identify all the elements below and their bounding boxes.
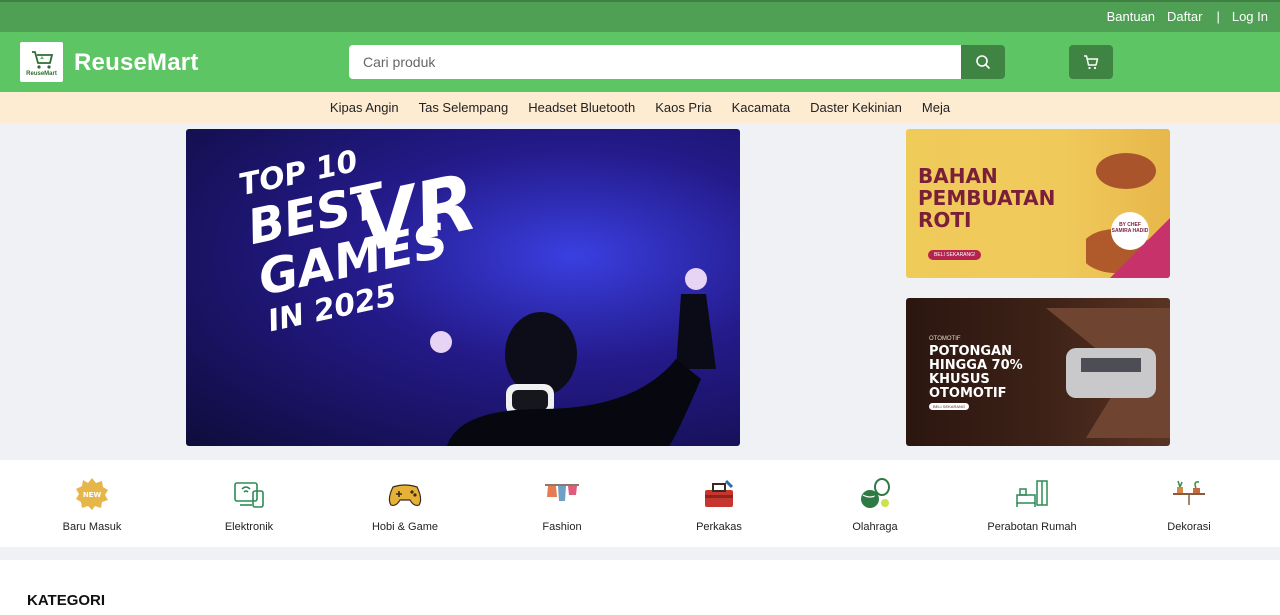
category-label: Perabotan Rumah: [987, 521, 1077, 533]
promo-title: POTONGAN HINGGA 70% KHUSUS OTOMOTIF: [929, 345, 1023, 401]
category-hobby-game[interactable]: Hobi & Game: [335, 460, 475, 547]
category-label: Perkakas: [696, 521, 742, 533]
logo[interactable]: ReuseMart: [20, 42, 63, 82]
search-input[interactable]: [349, 45, 962, 79]
category-shortcuts: NEW Baru Masuk Elektronik Hobi & Game Fa…: [0, 460, 1280, 547]
main-header: ReuseMart ReuseMart: [0, 32, 1280, 92]
category-label: Baru Masuk: [62, 521, 122, 533]
svg-text:NEW: NEW: [83, 491, 102, 499]
electronics-icon: [231, 476, 267, 512]
top-links: Bantuan Daftar | Log In: [1107, 9, 1268, 24]
search-button[interactable]: [961, 45, 1005, 79]
sports-icon: [857, 476, 893, 512]
category-label: Elektronik: [224, 521, 274, 533]
suggestion-link[interactable]: Headset Bluetooth: [528, 100, 635, 115]
cars-illustration: [1046, 308, 1170, 438]
clothes-icon: [544, 476, 580, 512]
top-strip: Bantuan Daftar | Log In: [0, 0, 1280, 32]
divider: |: [1216, 9, 1220, 24]
promo-title-line: BAHAN: [918, 164, 998, 188]
promo-title-line: OTOMOTIF: [929, 386, 1007, 401]
suggestion-link[interactable]: Tas Selempang: [419, 100, 509, 115]
help-link[interactable]: Bantuan: [1107, 9, 1155, 24]
furniture-icon: [1014, 476, 1050, 512]
promo-title-line: PEMBUATAN: [918, 186, 1056, 210]
promo-kicker: OTOMOTIF: [929, 336, 961, 342]
new-badge-icon: NEW: [74, 476, 110, 512]
category-tools[interactable]: Perkakas: [649, 460, 789, 547]
promo-title-line: ROTI: [918, 208, 972, 232]
category-new[interactable]: NEW Baru Masuk: [22, 460, 162, 547]
promo-title-line: POTONGAN: [929, 344, 1012, 359]
cart-button[interactable]: [1069, 45, 1113, 79]
category-label: Olahraga: [852, 521, 898, 533]
cart-icon: [1084, 55, 1099, 70]
decoration-icon: [1171, 476, 1207, 512]
promo-title-line: HINGGA 70%: [929, 358, 1023, 373]
category-fashion[interactable]: Fashion: [492, 460, 632, 547]
suggestion-link[interactable]: Kaos Pria: [655, 100, 711, 115]
promo-title-line: KHUSUS: [929, 372, 990, 387]
suggestion-link[interactable]: Meja: [922, 100, 950, 115]
category-label: Fashion: [542, 521, 582, 533]
automotive-promo-banner[interactable]: OTOMOTIF POTONGAN HINGGA 70% KHUSUS OTOM…: [906, 298, 1170, 446]
category-label: Dekorasi: [1167, 521, 1211, 533]
promo-cta[interactable]: BELI SEKARANG: [929, 403, 970, 410]
brand-name[interactable]: ReuseMart: [74, 49, 199, 77]
promo-cta[interactable]: BELI SEKARANG!: [928, 250, 982, 260]
search-icon: [976, 55, 990, 69]
category-section: KATEGORI: [0, 560, 1280, 615]
vr-player-illustration: [430, 268, 716, 446]
suggestion-link[interactable]: Kipas Angin: [330, 100, 399, 115]
login-link[interactable]: Log In: [1232, 9, 1268, 24]
category-label: Hobi & Game: [371, 521, 439, 533]
category-furniture[interactable]: Perabotan Rumah: [962, 460, 1102, 547]
logo-text: ReuseMart: [26, 70, 57, 77]
hero-banner[interactable]: TOP 10 BEST GAMES IN 2025 VR: [186, 129, 740, 446]
bakery-promo-banner[interactable]: BAHAN PEMBUATAN ROTI BY CHEF SAMIRA HADI…: [906, 129, 1170, 278]
category-decoration[interactable]: Dekorasi: [1119, 460, 1259, 547]
chef-badge: BY CHEF SAMIRA HADID: [1111, 212, 1149, 250]
suggestion-link[interactable]: Kacamata: [732, 100, 791, 115]
suggestion-link[interactable]: Daster Kekinian: [810, 100, 902, 115]
toolbox-icon: [701, 476, 737, 512]
register-link[interactable]: Daftar: [1167, 9, 1202, 24]
popular-search-bar: Kipas Angin Tas Selempang Headset Blueto…: [0, 92, 1280, 123]
recycle-cart-icon: [31, 50, 53, 69]
category-electronics[interactable]: Elektronik: [179, 460, 319, 547]
promo-title: BAHAN PEMBUATAN ROTI: [918, 165, 1055, 231]
section-title: KATEGORI: [27, 592, 106, 609]
category-sports[interactable]: Olahraga: [805, 460, 945, 547]
gamepad-icon: [387, 476, 423, 512]
